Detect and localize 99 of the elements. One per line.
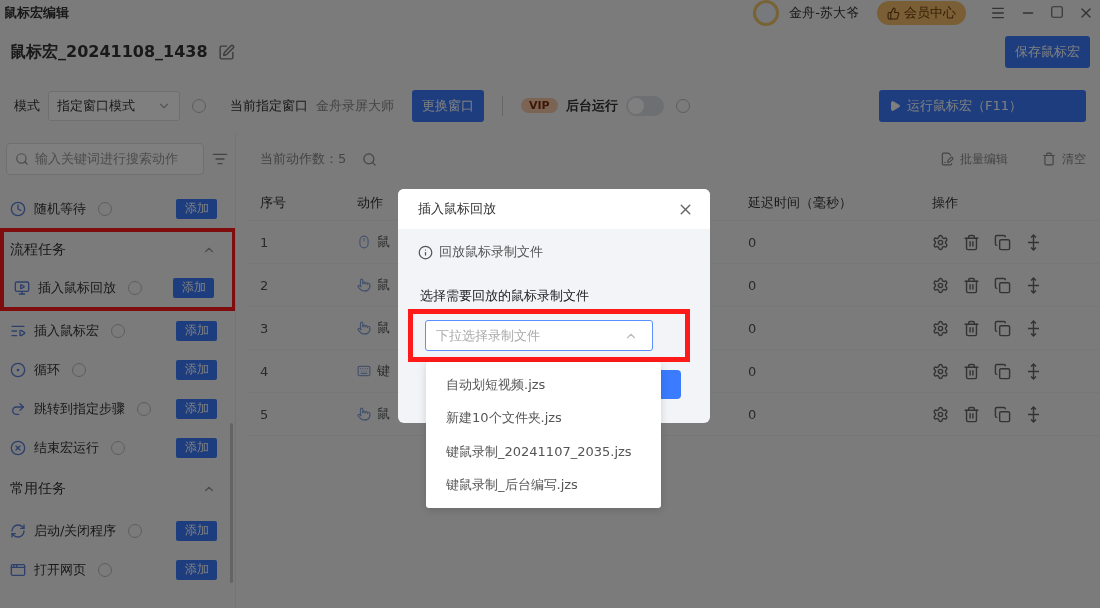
dropdown-option[interactable]: 键鼠录制_后台编写.jzs	[426, 468, 661, 502]
field-label: 选择需要回放的鼠标录制文件	[419, 287, 590, 305]
table-cell: 0	[734, 393, 918, 436]
table-cell: 0	[734, 264, 918, 307]
move-icon[interactable]	[1025, 233, 1042, 251]
copy-icon[interactable]	[994, 319, 1011, 337]
change-window-button[interactable]: 更换窗口	[412, 89, 484, 122]
trash-icon[interactable]	[963, 362, 980, 380]
table-cell: 5	[246, 393, 343, 436]
add-button[interactable]: 添加	[176, 398, 217, 419]
keyboard-icon	[357, 364, 371, 378]
table-cell: 4	[246, 350, 343, 393]
edit-icon[interactable]	[217, 43, 235, 61]
pointer-icon	[357, 278, 371, 292]
dialog-title: 插入鼠标回放	[418, 200, 496, 218]
thumbs-up-icon	[887, 6, 900, 20]
add-button[interactable]: 添加	[176, 198, 217, 219]
clock-icon	[10, 200, 26, 217]
action-label: 跳转到指定步骤	[34, 399, 125, 418]
background-run-label: 后台运行	[565, 96, 618, 115]
table-cell: 鼠	[377, 319, 390, 337]
settings-icon[interactable]	[932, 233, 949, 251]
info-text: 回放鼠标录制文件	[439, 243, 543, 261]
action-label: 随机等待	[34, 199, 86, 218]
trash-icon[interactable]	[963, 233, 980, 251]
window-label: 当前指定窗口	[230, 96, 308, 115]
settings-icon[interactable]	[932, 276, 949, 294]
table-cell: 鼠	[377, 405, 390, 423]
copy-icon[interactable]	[994, 362, 1011, 380]
menu-icon[interactable]	[990, 5, 1006, 21]
action-label: 结束宏运行	[34, 438, 99, 457]
mode-label: 模式	[14, 96, 40, 115]
column-header: 序号	[246, 185, 343, 221]
table-cell: 0	[734, 307, 918, 350]
column-header: 操作	[918, 185, 1100, 221]
action-label: 启动/关闭程序	[34, 521, 117, 540]
window-icon	[10, 561, 26, 578]
mouse-icon	[357, 235, 371, 249]
add-button[interactable]: 添加	[176, 559, 217, 580]
settings-icon[interactable]	[932, 319, 949, 337]
trash-icon[interactable]	[963, 319, 980, 337]
table-cell: 3	[246, 307, 343, 350]
trash-icon	[1042, 152, 1056, 166]
add-button[interactable]: 添加	[176, 359, 217, 380]
play-screen-icon	[14, 279, 30, 296]
group-title[interactable]: 常用任务	[10, 480, 66, 498]
move-icon[interactable]	[1025, 319, 1042, 337]
dot-circle-icon	[10, 361, 26, 378]
member-center-button[interactable]: 会员中心	[877, 1, 966, 25]
table-cell: 键	[377, 362, 390, 380]
circle-x-icon	[10, 439, 26, 456]
trash-icon[interactable]	[963, 276, 980, 294]
run-macro-button[interactable]: 运行鼠标宏（F11）	[879, 89, 1086, 122]
settings-icon[interactable]	[932, 405, 949, 423]
macro-name: 鼠标宏_20241108_1438	[10, 41, 208, 63]
action-label: 插入鼠标回放	[38, 278, 116, 297]
maximize-icon[interactable]	[1050, 5, 1064, 19]
dropdown-option[interactable]: 新建10个文件夹.jzs	[426, 401, 661, 435]
table-cell: 鼠	[377, 233, 390, 251]
column-header: 延迟时间（毫秒）	[734, 185, 918, 221]
group-title[interactable]: 流程任务	[10, 241, 66, 259]
save-button[interactable]: 保存鼠标宏	[1005, 36, 1090, 68]
play-icon	[889, 99, 901, 112]
action-label: 循环	[34, 360, 60, 379]
file-select[interactable]: 下拉选择录制文件	[425, 320, 653, 351]
dropdown-option[interactable]: 键鼠录制_20241107_2035.jzs	[426, 435, 661, 469]
pointer-icon	[357, 407, 371, 421]
move-icon[interactable]	[1025, 405, 1042, 423]
action-label: 插入鼠标宏	[34, 321, 99, 340]
action-label: 打开网页	[34, 560, 86, 579]
add-button[interactable]: 添加	[176, 520, 217, 541]
move-icon[interactable]	[1025, 276, 1042, 294]
refresh-icon	[10, 522, 26, 539]
add-button[interactable]: 添加	[176, 437, 217, 458]
window-title: 鼠标宏编辑	[4, 4, 70, 22]
mode-select[interactable]: 指定窗口模式	[48, 90, 180, 121]
pointer-icon	[357, 321, 371, 335]
table-cell: 2	[246, 264, 343, 307]
dropdown-option[interactable]: 自动划短视频.jzs	[426, 368, 661, 402]
search-icon	[15, 152, 29, 166]
search-icon[interactable]	[362, 151, 378, 167]
table-cell: 1	[246, 221, 343, 264]
settings-icon[interactable]	[932, 362, 949, 380]
table-cell: 鼠	[377, 276, 390, 294]
move-icon[interactable]	[1025, 362, 1042, 380]
copy-icon[interactable]	[994, 405, 1011, 423]
add-button[interactable]: 添加	[173, 277, 214, 298]
trash-icon[interactable]	[963, 405, 980, 423]
vip-badge: VIP	[521, 98, 558, 113]
username: 金舟-苏大爷	[789, 4, 859, 22]
file-edit-icon	[940, 152, 954, 166]
redo-arrow-icon	[10, 400, 26, 417]
table-cell: 0	[734, 221, 918, 264]
info-icon	[418, 244, 433, 260]
add-button[interactable]: 添加	[176, 320, 217, 341]
filter-icon[interactable]	[212, 151, 228, 167]
copy-icon[interactable]	[994, 276, 1011, 294]
table-cell: 0	[734, 350, 918, 393]
copy-icon[interactable]	[994, 233, 1011, 251]
